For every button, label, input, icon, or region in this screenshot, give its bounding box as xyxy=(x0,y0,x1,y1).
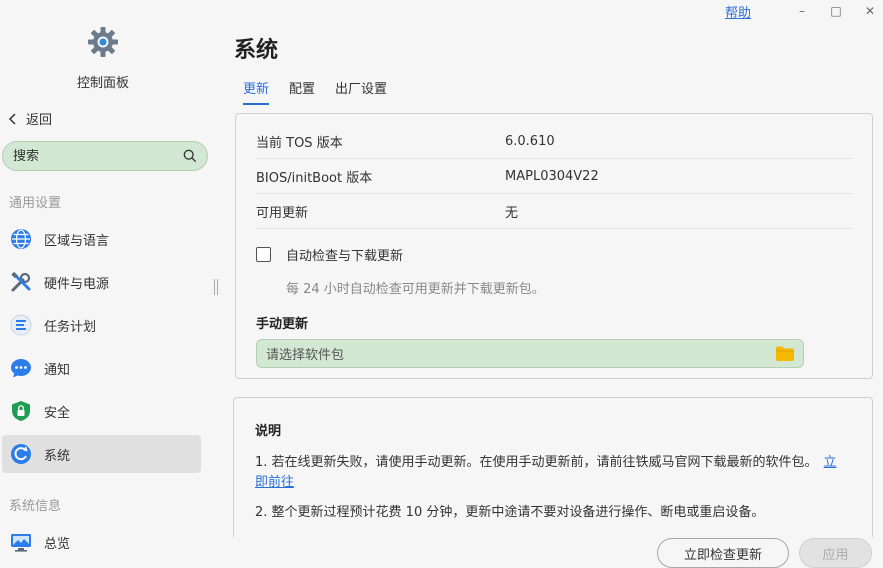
search-input[interactable] xyxy=(13,148,183,164)
sidebar-resize-handle[interactable] xyxy=(214,279,218,295)
sidebar-item-label: 总览 xyxy=(44,536,71,552)
apply-button[interactable]: 应用 xyxy=(799,538,872,568)
section-general-settings: 通用设置 xyxy=(9,196,62,211)
sidebar-item-system[interactable]: 系统 xyxy=(2,435,201,473)
note-1-text: 1. 若在线更新失败，请使用手动更新。在使用手动更新前，请前往铁威马官网下载最新… xyxy=(255,455,818,470)
info-row-tos-version: 当前 TOS 版本 6.0.610 xyxy=(256,124,852,159)
sidebar-item-region-language[interactable]: 区域与语言 xyxy=(2,220,201,258)
minimize-button[interactable]: – xyxy=(789,0,815,22)
sidebar-item-label: 安全 xyxy=(44,405,71,421)
close-button[interactable]: ✕ xyxy=(857,0,883,22)
note-1: 1. 若在线更新失败，请使用手动更新。在使用手动更新前，请前往铁威马官网下载最新… xyxy=(255,453,845,493)
info-key: 可用更新 xyxy=(256,205,309,221)
auto-check-label: 自动检查与下载更新 xyxy=(286,249,404,264)
auto-check-toggle[interactable]: 自动检查与下载更新 xyxy=(256,245,403,264)
tab-config[interactable]: 配置 xyxy=(289,78,315,105)
tab-update[interactable]: 更新 xyxy=(243,78,270,105)
system-refresh-icon xyxy=(10,443,32,465)
sidebar: 控制面板 返回 通用设置 区域与语言 xyxy=(0,0,212,568)
sidebar-item-overview[interactable]: 总览 xyxy=(2,523,201,561)
notes-card: 说明 1. 若在线更新失败，请使用手动更新。在使用手动更新前，请前往铁威马官网下… xyxy=(233,397,873,537)
tab-factory-reset[interactable]: 出厂设置 xyxy=(335,78,387,105)
task-list-icon xyxy=(10,314,32,336)
sidebar-item-notifications[interactable]: 通知 xyxy=(2,349,201,387)
chat-bubble-icon xyxy=(10,357,32,379)
control-panel-header: 控制面板 xyxy=(0,26,206,91)
folder-icon[interactable] xyxy=(776,346,794,361)
sidebar-item-task-schedule[interactable]: 任务计划 xyxy=(2,306,201,344)
window-controls: 帮助 – □ ✕ xyxy=(725,0,883,22)
section-system-info: 系统信息 xyxy=(9,499,62,514)
info-row-available-update: 可用更新 无 xyxy=(256,194,852,229)
monitor-icon xyxy=(10,531,32,553)
package-file-input[interactable]: 请选择软件包 xyxy=(256,339,804,368)
auto-check-hint: 每 24 小时自动检查可用更新并下载更新包。 xyxy=(286,282,545,297)
notes-title: 说明 xyxy=(255,424,282,439)
back-label: 返回 xyxy=(26,113,53,128)
sidebar-item-label: 任务计划 xyxy=(44,319,97,335)
auto-check-checkbox[interactable] xyxy=(256,247,271,262)
globe-icon xyxy=(10,228,32,250)
sidebar-item-label: 硬件与电源 xyxy=(44,276,110,292)
gear-icon xyxy=(88,27,118,57)
manual-update-title: 手动更新 xyxy=(256,317,309,332)
back-button[interactable]: 返回 xyxy=(6,109,52,128)
info-key: BIOS/initBoot 版本 xyxy=(256,170,373,186)
info-value: 6.0.610 xyxy=(505,133,555,149)
maximize-button[interactable]: □ xyxy=(823,0,849,22)
sidebar-item-hardware-power[interactable]: 硬件与电源 xyxy=(2,263,201,301)
search-box xyxy=(2,141,208,171)
chevron-left-icon xyxy=(8,112,16,125)
update-card: 当前 TOS 版本 6.0.610 BIOS/initBoot 版本 MAPL0… xyxy=(235,113,873,379)
control-panel-title: 控制面板 xyxy=(76,76,129,91)
tools-icon xyxy=(10,271,32,293)
note-2: 2. 整个更新过程预计花费 10 分钟，更新中途请不要对设备进行操作、断电或重启… xyxy=(255,505,765,520)
sidebar-item-label: 通知 xyxy=(44,362,71,378)
sidebar-item-label: 系统 xyxy=(44,448,71,464)
info-key: 当前 TOS 版本 xyxy=(256,135,343,151)
package-file-placeholder: 请选择软件包 xyxy=(266,348,345,363)
info-value: MAPL0304V22 xyxy=(505,168,599,184)
check-update-button[interactable]: 立即检查更新 xyxy=(657,538,789,568)
shield-lock-icon xyxy=(10,400,32,422)
info-value: 无 xyxy=(505,205,519,221)
info-row-bios-version: BIOS/initBoot 版本 MAPL0304V22 xyxy=(256,159,852,194)
tab-bar: 更新 配置 出厂设置 xyxy=(243,78,407,105)
sidebar-item-label: 区域与语言 xyxy=(44,233,110,249)
help-link[interactable]: 帮助 xyxy=(725,2,751,21)
search-icon[interactable] xyxy=(183,148,197,164)
page-title: 系统 xyxy=(234,38,279,63)
sidebar-item-security[interactable]: 安全 xyxy=(2,392,201,430)
